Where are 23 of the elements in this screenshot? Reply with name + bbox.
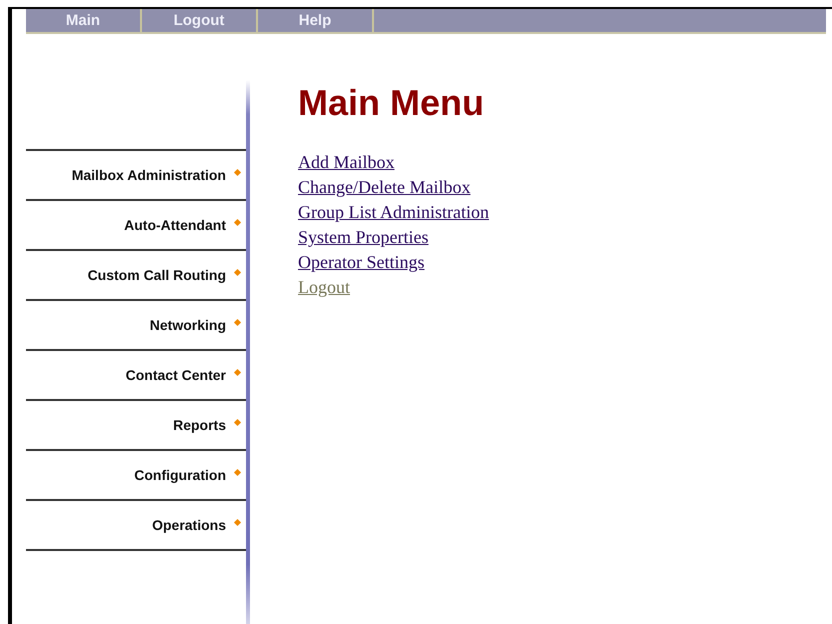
sidebar-link[interactable]: Custom Call Routing	[88, 267, 226, 283]
sidebar-link[interactable]: Reports	[173, 417, 226, 433]
menu-link[interactable]: Operator Settings	[298, 250, 424, 275]
bullet-icon	[234, 468, 242, 476]
bullet-icon	[234, 268, 242, 276]
bullet-icon	[234, 368, 242, 376]
menu-link[interactable]: System Properties	[298, 225, 428, 250]
sidebar-link[interactable]: Networking	[150, 317, 226, 333]
sidebar-link[interactable]: Auto-Attendant	[124, 217, 226, 233]
menu-link[interactable]: Add Mailbox	[298, 150, 394, 175]
menu-link[interactable]: Group List Administration	[298, 200, 489, 225]
bullet-icon	[234, 218, 242, 226]
page-title: Main Menu	[298, 82, 485, 124]
menu-link[interactable]: Logout	[298, 275, 350, 300]
sidebar-link[interactable]: Mailbox Administration	[72, 167, 226, 183]
bullet-icon	[234, 318, 242, 326]
bullet-icon	[234, 418, 242, 426]
sidebar-link[interactable]: Operations	[152, 517, 226, 533]
sidebar-link[interactable]: Configuration	[134, 467, 226, 483]
bullet-icon	[234, 168, 242, 176]
menu-link[interactable]: Change/Delete Mailbox	[298, 175, 470, 200]
sidebar-link[interactable]: Contact Center	[126, 367, 226, 383]
bullet-icon	[234, 518, 242, 526]
